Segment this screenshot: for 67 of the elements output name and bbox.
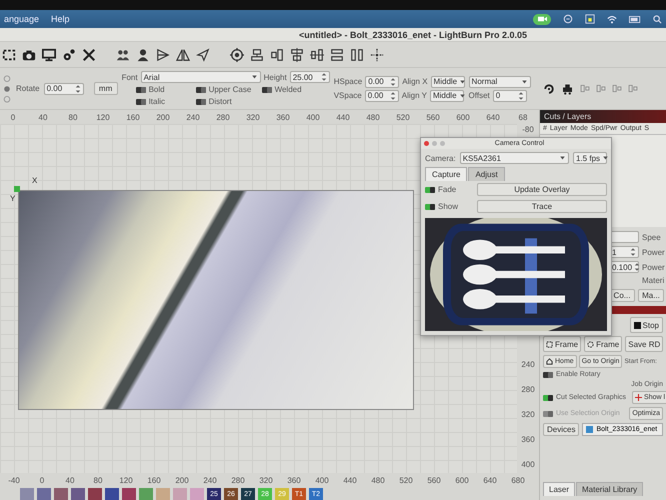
toggle-label: Show (438, 202, 458, 211)
ruler-label: 160 (125, 112, 141, 122)
ruler-label: 0 (38, 476, 46, 484)
axis-label: Y (10, 194, 16, 203)
window-title: <untitled> - Bolt_2333016_enet - LightBurn Pro 2.0.05 (298, 30, 528, 40)
ruler-label: 280 (230, 476, 246, 484)
ruler-label: 40 (64, 476, 76, 484)
ruler-label: 520 (398, 476, 414, 484)
ruler-label: 360 (275, 112, 291, 122)
toggle-label: Upper Case (208, 85, 252, 94)
field-label: Camera: (425, 154, 456, 162)
field-label: Spee (642, 232, 662, 242)
field-label: Align X (402, 77, 428, 86)
ruler-label: 400 (521, 460, 535, 469)
ruler-label: 200 (155, 112, 171, 122)
field-label: Power (642, 262, 664, 272)
ruler-label: 320 (521, 410, 535, 419)
field-label: Align Y (402, 91, 427, 100)
ruler-label: 560 (425, 112, 441, 122)
field-label: HSpace (334, 77, 362, 86)
ruler-label: 40 (38, 112, 48, 122)
ruler-label: 440 (342, 476, 358, 484)
field-label: Rotate (16, 84, 40, 93)
ruler-label: 480 (370, 476, 386, 484)
toggle-label: Distort (208, 97, 232, 106)
ruler-label: 640 (485, 112, 501, 122)
ruler-label: 640 (482, 476, 498, 484)
axis-label: X (32, 176, 38, 185)
ruler-label: 200 (174, 476, 190, 484)
toggle-label: Fade (438, 185, 456, 194)
ruler-label: 0 (10, 112, 16, 122)
toggle-label: Bold (148, 85, 165, 94)
toggle-label: Welded (274, 85, 302, 94)
field-label: Materi (642, 276, 664, 285)
ruler-label: -40 (7, 476, 21, 484)
ruler-label: 240 (185, 112, 201, 122)
ruler-label: 68 (518, 112, 528, 122)
field-label: VSpace (334, 91, 362, 100)
ruler-label: 320 (245, 112, 261, 122)
ruler-label: 120 (95, 112, 111, 122)
ruler-label: 320 (258, 476, 274, 484)
ruler-label: 480 (365, 112, 381, 122)
ruler-label: 240 (521, 360, 535, 369)
ruler-label: 280 (521, 385, 535, 394)
toggle-label: Italic (148, 97, 166, 106)
ruler-label: 120 (118, 476, 134, 484)
field-label: Power (642, 248, 664, 256)
ruler-label: 560 (426, 476, 442, 484)
ruler-label: 80 (92, 476, 104, 484)
ruler-label: 600 (455, 112, 471, 122)
ruler-label: 600 (454, 476, 470, 484)
ruler-label: 400 (314, 476, 330, 484)
field-label: Height (264, 72, 287, 82)
ruler-label: 440 (335, 112, 351, 122)
ruler-label: 160 (146, 476, 162, 484)
field-label: Font (122, 72, 138, 82)
ruler-label: 360 (521, 435, 535, 444)
ruler-label: 360 (286, 476, 302, 484)
field-label: Offset (468, 91, 490, 100)
ruler-label: 680 (510, 476, 526, 484)
panel-title: Cuts / Layers (540, 110, 666, 123)
ruler-label: 240 (202, 476, 218, 484)
ruler-label: 520 (395, 112, 411, 122)
ruler-label: -80 (522, 125, 534, 134)
ruler-label: 400 (305, 112, 321, 122)
ruler-label: 280 (215, 112, 231, 122)
ruler-label: 80 (68, 112, 78, 122)
